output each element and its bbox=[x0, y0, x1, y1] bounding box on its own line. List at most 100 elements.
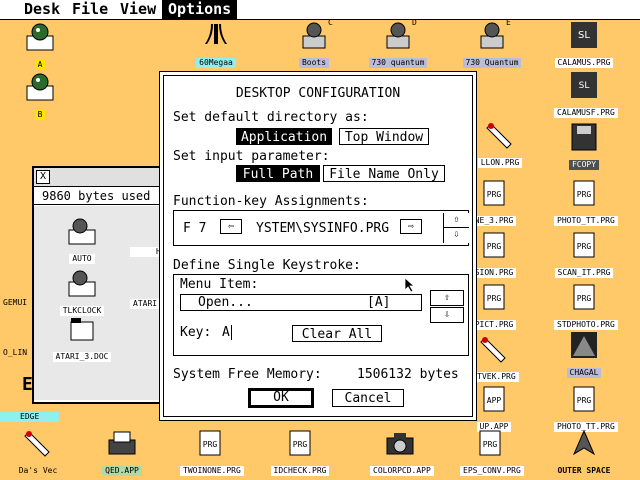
olin-icon[interactable]: O_LIN bbox=[0, 340, 32, 359]
colorpcd-label: COLORPCD.APP bbox=[370, 466, 434, 476]
scan-it-icon[interactable]: PRG SCAN_IT.PRG bbox=[554, 230, 614, 279]
calamus-icon[interactable]: SL CALAMUS.PRG bbox=[554, 20, 614, 69]
fkey-down-arrow-icon[interactable]: ⇩ bbox=[443, 228, 469, 243]
pen-tool-icon bbox=[480, 337, 506, 363]
chagal-icon[interactable]: CHAGAL bbox=[554, 330, 614, 379]
stdphoto-icon[interactable]: PRG STDPHOTO.PRG bbox=[554, 282, 618, 331]
menu-item-down-arrow-icon[interactable]: ⇩ bbox=[430, 307, 464, 323]
menu-item-label: Menu Item: bbox=[180, 277, 259, 292]
hard-drive-icon bbox=[480, 22, 504, 49]
full-path-button[interactable]: Full Path bbox=[236, 165, 320, 182]
free-memory-label: System Free Memory: bbox=[173, 367, 322, 382]
menu-options[interactable]: Options bbox=[162, 0, 238, 19]
eps-conv-icon[interactable]: PRG EPS_CONV.PRG bbox=[460, 428, 524, 477]
free-memory-value: 1506132 bytes bbox=[357, 367, 459, 382]
program-file-icon: PRG bbox=[573, 232, 595, 258]
das-vec-icon[interactable]: Da's Vec bbox=[8, 428, 68, 477]
svg-text:PRG: PRG bbox=[487, 242, 502, 251]
outer-space-icon[interactable]: OUTER SPACE bbox=[554, 428, 614, 477]
cancel-button[interactable]: Cancel bbox=[332, 389, 404, 407]
hard-drive-icon bbox=[386, 22, 410, 49]
drive-e-label: 730 Quantum bbox=[462, 58, 522, 68]
qed-icon[interactable]: QED.APP bbox=[92, 428, 152, 477]
fkey-box: F 7 ⇦ YSTEM\SYSINFO.PRG ⇨ ⇧ ⇩ bbox=[173, 210, 469, 246]
drive-b-icon[interactable]: B bbox=[10, 72, 70, 121]
gemu-label: GEMUI bbox=[3, 298, 28, 307]
svg-text:SL: SL bbox=[578, 30, 590, 41]
photo-tt-1-icon[interactable]: PRG PHOTO_TT.PRG bbox=[554, 178, 618, 227]
window-content: AUTO H TLKCLOCK ATARI ATARI_3.DOC bbox=[34, 206, 172, 400]
menu-item-name: Open... bbox=[198, 295, 253, 310]
atari-disk-icon[interactable]: 60Megaa bbox=[186, 20, 246, 69]
key-input[interactable]: A bbox=[222, 325, 232, 340]
up-icon[interactable]: APP UP.APP bbox=[464, 384, 524, 433]
h-label: H bbox=[130, 247, 164, 257]
fkey-right-arrow-icon[interactable]: ⇨ bbox=[400, 219, 422, 234]
svg-text:PRG: PRG bbox=[483, 440, 498, 449]
file-name-only-button[interactable]: File Name Only bbox=[323, 165, 445, 182]
program-file-icon: PRG bbox=[199, 430, 221, 456]
twoinone-label: TWOINONE.PRG bbox=[180, 466, 244, 476]
fkey-up-arrow-icon[interactable]: ⇧ bbox=[443, 213, 469, 228]
application-button[interactable]: Application bbox=[236, 128, 332, 145]
program-file-icon: APP bbox=[483, 386, 505, 412]
drive-b-label: B bbox=[34, 110, 46, 120]
fkey-left-arrow-icon[interactable]: ⇦ bbox=[220, 219, 242, 234]
top-window-button[interactable]: Top Window bbox=[339, 128, 429, 145]
program-file-icon: PRG bbox=[573, 284, 595, 310]
colorpcd-icon[interactable]: COLORPCD.APP bbox=[370, 428, 434, 477]
drive-c-label: Boots bbox=[298, 58, 330, 68]
close-icon[interactable]: X bbox=[36, 170, 50, 184]
floppy-drive-icon bbox=[26, 73, 54, 101]
key-label: Key: bbox=[180, 325, 212, 340]
photo-tt-2-icon[interactable]: PRG PHOTO_TT.PRG bbox=[554, 384, 618, 433]
menu-file[interactable]: File bbox=[66, 0, 114, 19]
program-file-icon: PRG bbox=[573, 180, 595, 206]
pen-tool-icon bbox=[24, 431, 50, 457]
gemu-icon[interactable]: GEMUI bbox=[0, 290, 32, 309]
stdphoto-label: STDPHOTO.PRG bbox=[554, 320, 618, 330]
fcopy-icon[interactable]: FCOPY bbox=[554, 122, 614, 171]
typewriter-icon bbox=[108, 431, 136, 455]
clear-all-button[interactable]: Clear All bbox=[292, 325, 382, 342]
tlkclock-icon[interactable]: TLKCLOCK bbox=[52, 268, 112, 317]
svg-text:PRG: PRG bbox=[203, 440, 218, 449]
sion-icon[interactable]: PRG SION.PRG bbox=[464, 230, 524, 279]
llon-icon[interactable]: LLON.PRG bbox=[470, 120, 530, 169]
sion-label: SION.PRG bbox=[471, 268, 517, 278]
window-info-line: 9860 bytes used bbox=[34, 187, 172, 205]
drive-d-icon[interactable]: D 730 quantum bbox=[368, 18, 428, 69]
svg-text:PRG: PRG bbox=[577, 396, 592, 405]
ne3-label: NE_3.PRG bbox=[471, 216, 517, 226]
svg-text:PRG: PRG bbox=[577, 294, 592, 303]
atari-logo-icon bbox=[205, 24, 227, 44]
outer-space-label: OUTER SPACE bbox=[557, 466, 611, 475]
menu-view[interactable]: View bbox=[114, 0, 162, 19]
das-vec-label: Da's Vec bbox=[18, 466, 58, 475]
edge-label: EDGE bbox=[0, 412, 60, 422]
ne3-icon[interactable]: PRG NE_3.PRG bbox=[464, 178, 524, 227]
desktop-configuration-dialog: DESKTOP CONFIGURATION Set default direct… bbox=[163, 75, 473, 417]
atari-doc-icon[interactable]: ATARI_3.DOC bbox=[52, 314, 112, 363]
edge-icon[interactable]: EDGE bbox=[0, 404, 80, 423]
drive-a-icon[interactable]: A bbox=[10, 22, 70, 71]
menu-desk[interactable]: Desk bbox=[18, 0, 66, 19]
input-param-label: Set input parameter: bbox=[173, 149, 330, 164]
calamus-app-icon: SL bbox=[571, 72, 597, 98]
ok-button[interactable]: OK bbox=[248, 388, 314, 408]
window-title-bar[interactable]: X bbox=[34, 168, 172, 187]
llon-label: LLON.PRG bbox=[477, 158, 523, 168]
idcheck-label: IDCHECK.PRG bbox=[270, 466, 330, 476]
menu-item-field[interactable]: Open... [A] bbox=[180, 294, 422, 311]
idcheck-icon[interactable]: PRG IDCHECK.PRG bbox=[270, 428, 330, 477]
calamusf-label: CALAMUSF.PRG bbox=[554, 108, 618, 118]
pict-icon[interactable]: PRG PICT.PRG bbox=[464, 282, 524, 331]
menu-item-up-arrow-icon[interactable]: ⇧ bbox=[430, 290, 464, 306]
auto-folder-icon[interactable]: AUTO bbox=[52, 216, 112, 265]
drive-c-icon[interactable]: C Boots bbox=[284, 18, 344, 69]
drive-e-icon[interactable]: E 730 Quantum bbox=[462, 18, 522, 69]
ntvek-icon[interactable]: NTVEK.PRG bbox=[464, 334, 524, 383]
twoinone-icon[interactable]: PRG TWOINONE.PRG bbox=[180, 428, 244, 477]
calamusf-icon[interactable]: SL CALAMUSF.PRG bbox=[554, 70, 618, 119]
svg-text:SL: SL bbox=[579, 81, 590, 91]
